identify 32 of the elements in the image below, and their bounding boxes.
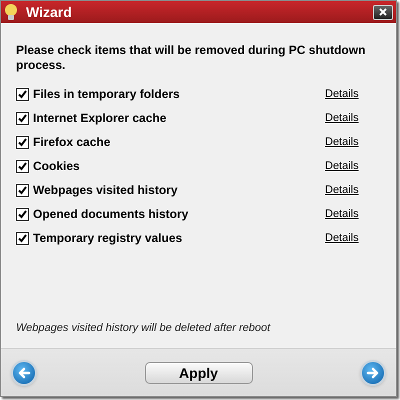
note-text: Webpages visited history will be deleted after reboot <box>16 320 272 336</box>
item-label[interactable]: Cookies <box>33 157 313 175</box>
details-link[interactable]: Details <box>325 110 359 126</box>
checkbox[interactable] <box>16 112 29 124</box>
right-arrow-icon <box>366 366 380 380</box>
apply-button[interactable]: Apply <box>144 362 252 384</box>
item-label[interactable]: Firefox cache <box>33 133 313 151</box>
item-label[interactable]: Files in temporary folders <box>33 85 313 103</box>
back-button[interactable] <box>11 360 37 386</box>
details-link[interactable]: Details <box>325 158 359 174</box>
details-link[interactable]: Details <box>325 182 359 198</box>
details-link[interactable]: Details <box>325 86 359 102</box>
close-icon <box>379 8 387 16</box>
checkbox[interactable] <box>16 88 29 100</box>
lightbulb-icon <box>4 3 18 21</box>
details-link[interactable]: Details <box>325 206 359 222</box>
details-link[interactable]: Details <box>325 134 359 150</box>
left-arrow-icon <box>17 366 31 380</box>
checkbox[interactable] <box>16 136 29 148</box>
checkbox[interactable] <box>16 208 29 220</box>
checkbox[interactable] <box>16 232 29 244</box>
details-link[interactable]: Details <box>325 230 359 246</box>
item-label[interactable]: Internet Explorer cache <box>33 109 313 127</box>
instruction-text: Please check items that will be removed during PC shutdown process. <box>16 43 366 73</box>
item-label[interactable]: Opened documents history <box>33 205 313 223</box>
close-button[interactable] <box>373 4 393 20</box>
item-label[interactable]: Temporary registry values <box>33 229 313 247</box>
window-title: Wizard <box>26 2 72 22</box>
next-button[interactable] <box>360 360 386 386</box>
item-label[interactable]: Webpages visited history <box>33 181 313 199</box>
checkbox[interactable] <box>16 184 29 196</box>
checkbox[interactable] <box>16 160 29 172</box>
